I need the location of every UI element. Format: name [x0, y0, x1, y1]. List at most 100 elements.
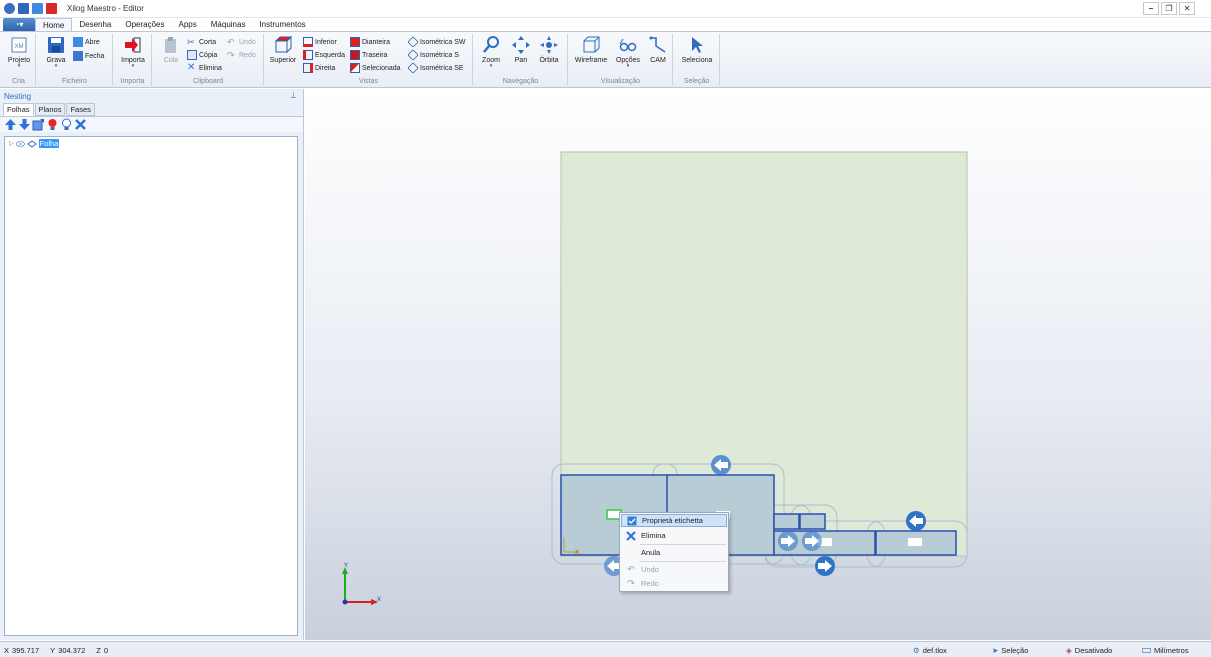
status-units[interactable]: Milímetros — [1142, 646, 1189, 655]
pin-icon[interactable]: ⊥ — [290, 91, 297, 100]
tab-home[interactable]: Home — [35, 18, 73, 31]
delete-x-icon[interactable] — [74, 118, 87, 131]
tab-fases[interactable]: Fases — [66, 103, 95, 116]
arrow-left-circle-icon[interactable] — [711, 455, 731, 475]
cola-button[interactable]: Cola — [156, 35, 186, 64]
dropdown-arrow-icon: ▾ — [626, 63, 630, 69]
arrow-up-icon[interactable] — [4, 118, 17, 131]
scene-canvas[interactable]: X Y X — [305, 89, 1211, 640]
arrow-right-circle-icon[interactable] — [778, 531, 798, 551]
tab-instrumentos[interactable]: Instrumentos — [252, 18, 312, 31]
zoom-magnifier-icon — [483, 36, 499, 53]
group-selecao: Seleciona Seleção — [674, 34, 720, 86]
world-origin — [342, 599, 348, 605]
part-label[interactable] — [908, 538, 922, 546]
nested-part[interactable] — [773, 513, 800, 530]
corta-button[interactable]: ✂ Corta — [187, 36, 216, 48]
lightbulb-on-icon[interactable] — [46, 118, 59, 131]
traseira-view-button[interactable]: Traseira — [350, 49, 387, 61]
status-mode[interactable]: ➤ Seleção — [992, 646, 1028, 655]
tree-item-folha[interactable]: ▷ Folha — [5, 137, 297, 150]
nesting-panel: Nesting ⊥ Folhas Planos Fases ▷ Folha — [0, 89, 304, 640]
move-sheet-icon[interactable] — [32, 118, 45, 131]
group-ficheiro: Grava ▾ Abre Fecha Ficheiro — [37, 34, 113, 86]
arrow-down-icon[interactable] — [18, 118, 31, 131]
wireframe-button[interactable]: Wireframe — [573, 35, 609, 64]
arrow-left-circle-icon[interactable] — [906, 511, 926, 531]
eye-icon[interactable] — [15, 140, 25, 147]
tab-desenha[interactable]: Desenha — [72, 18, 118, 31]
tab-maquinas[interactable]: Máquinas — [204, 18, 253, 31]
superior-view-button[interactable]: Superior — [268, 35, 298, 64]
orbita-button[interactable]: Órbita — [534, 35, 564, 64]
import-icon[interactable] — [46, 3, 57, 14]
iso-sw-view-button[interactable]: Isométrica SW — [407, 36, 466, 48]
status-file[interactable]: ⚙ def.tlox — [913, 646, 947, 655]
selected-view-cube-icon — [350, 63, 360, 73]
restore-button[interactable]: ❐ — [1161, 2, 1177, 15]
direita-view-button[interactable]: Direita — [303, 62, 335, 74]
fecha-button[interactable]: Fecha — [73, 50, 104, 62]
redo-icon: ↷ — [627, 578, 635, 588]
tab-folhas[interactable]: Folhas — [3, 103, 34, 116]
importa-button[interactable]: Importa ▾ — [118, 35, 148, 69]
nested-part[interactable] — [799, 513, 826, 530]
tab-planos[interactable]: Planos — [34, 103, 66, 116]
projeto-button[interactable]: XM Projeto ▾ — [4, 35, 34, 69]
origin-axis-label: X — [575, 550, 579, 556]
dropdown-arrow-icon: ▾ — [54, 63, 58, 69]
cam-button[interactable]: CAM — [643, 35, 673, 64]
iso-s-view-button[interactable]: Isométrica S — [407, 49, 459, 61]
front-view-cube-icon — [350, 37, 360, 47]
close-button[interactable]: ✕ — [1179, 2, 1195, 15]
undo-button[interactable]: ↶ Undo — [227, 36, 256, 48]
svg-text:XM: XM — [15, 44, 24, 50]
elimina-button[interactable]: ✕ Elimina — [187, 62, 222, 74]
inferior-view-button[interactable]: Inferior — [303, 36, 337, 48]
window-controls: – ❐ ✕ — [1141, 2, 1195, 15]
dropdown-arrow-icon: ▾ — [489, 63, 493, 69]
abre-button[interactable]: Abre — [73, 36, 100, 48]
quick-access-toolbar — [0, 3, 57, 14]
close-file-icon — [73, 51, 83, 61]
copia-button[interactable]: Cópia — [187, 49, 217, 61]
cut-icon: ✂ — [187, 37, 195, 47]
dianteira-view-button[interactable]: Dianteira — [350, 36, 390, 48]
isometric-cube-icon — [407, 36, 419, 48]
tree-expander-icon[interactable]: ▷ — [9, 140, 14, 147]
menu-item-elimina[interactable]: Elimina — [621, 529, 727, 542]
pan-button[interactable]: Pan — [506, 35, 536, 64]
tab-operacoes[interactable]: Operações — [118, 18, 171, 31]
opcoes-button[interactable]: Opções ▾ — [613, 35, 643, 69]
3d-viewport[interactable]: X Y X — [305, 89, 1211, 640]
menu-item-undo[interactable]: ↶ Undo — [621, 563, 727, 576]
group-cria: XM Projeto ▾ Cria — [2, 34, 36, 86]
tab-apps[interactable]: Apps — [172, 18, 204, 31]
iso-se-view-button[interactable]: Isométrica SE — [407, 62, 464, 74]
y-coordinate: 304.372 — [58, 646, 86, 655]
open-folder-icon — [73, 37, 83, 47]
app-menu-button[interactable]: ◔▾ — [3, 18, 35, 31]
grava-button[interactable]: Grava ▾ — [41, 35, 71, 69]
lightbulb-off-icon[interactable] — [60, 118, 73, 131]
open-folder-icon[interactable] — [32, 3, 43, 14]
seleciona-button[interactable]: Seleciona — [680, 35, 714, 64]
app-logo-icon[interactable] — [4, 3, 15, 14]
minimize-button[interactable]: – — [1143, 2, 1159, 15]
redo-button[interactable]: ↷ Redo — [227, 49, 256, 61]
status-snap[interactable]: ◈ Desativado — [1066, 646, 1112, 655]
sheet-tree: ▷ Folha — [4, 136, 298, 636]
arrow-right-circle-icon[interactable] — [815, 556, 835, 576]
save-icon[interactable] — [18, 3, 29, 14]
arrow-right-circle-icon[interactable] — [802, 531, 822, 551]
esquerda-view-button[interactable]: Esquerda — [303, 49, 345, 61]
ribbon: XM Projeto ▾ Cria Grava ▾ Abre Fecha Fic… — [0, 32, 1211, 88]
selecionada-view-button[interactable]: Selecionada — [350, 62, 401, 74]
undo-icon: ↶ — [227, 37, 235, 47]
zoom-button[interactable]: Zoom ▾ — [476, 35, 506, 69]
coord-readout: X 395.717 Y 304.372 Z0 — [4, 646, 109, 655]
menu-item-anula[interactable]: Anula — [621, 546, 727, 559]
menu-item-redo[interactable]: ↷ Redo — [621, 577, 727, 590]
menu-item-proprieta-etichetta[interactable]: Proprietà etichetta — [621, 514, 727, 527]
menu-separator — [640, 561, 726, 562]
